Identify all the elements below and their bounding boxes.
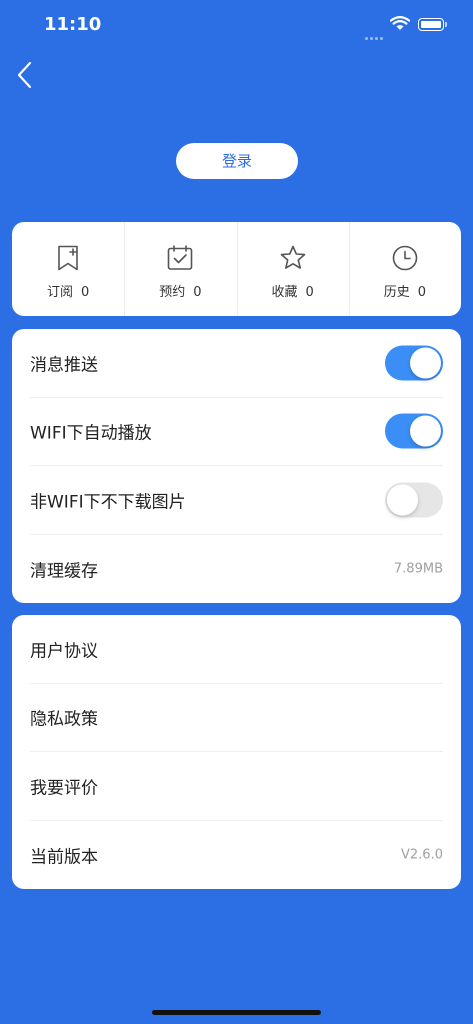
toggle-knob xyxy=(410,347,441,379)
row-label: WIFI下自动播放 xyxy=(30,423,152,444)
star-icon xyxy=(280,245,305,269)
stat-count: 0 xyxy=(80,285,90,300)
back-icon[interactable] xyxy=(12,58,40,92)
row-label: 当前版本 xyxy=(30,847,98,868)
wifi-autoplay-toggle[interactable] xyxy=(385,413,443,449)
version-row: 当前版本 V2.6.0 xyxy=(30,821,443,890)
stat-count: 0 xyxy=(417,285,427,300)
clear-cache-row[interactable]: 清理缓存 7.89MB xyxy=(30,535,443,604)
row-label: 清理缓存 xyxy=(30,561,98,582)
bookmark-plus-icon xyxy=(58,245,78,271)
stat-history[interactable]: 历史 0 xyxy=(348,222,461,316)
row-label: 消息推送 xyxy=(30,355,98,376)
rate-app-row[interactable]: 我要评价 xyxy=(30,752,443,821)
stat-favorites[interactable]: 收藏 0 xyxy=(236,222,349,316)
push-notification-row: 消息推送 xyxy=(30,329,443,398)
login-button[interactable]: 登录 xyxy=(176,143,298,179)
toggle-knob xyxy=(387,484,418,516)
stat-reservation[interactable]: 预约 0 xyxy=(124,222,236,316)
status-time: 11:10 xyxy=(44,14,102,35)
stat-label: 订阅 xyxy=(46,285,73,300)
stats-card: 订阅 0 预约 0 收藏 0 历史 0 xyxy=(12,222,461,316)
settings-card: 消息推送 WIFI下自动播放 非WIFI下不下载图片 清理缓存 7.89MB xyxy=(12,329,461,603)
stat-label: 历史 xyxy=(383,285,410,300)
stat-label: 预约 xyxy=(159,285,186,300)
wifi-autoplay-row: WIFI下自动播放 xyxy=(30,398,443,466)
cellular-signal-icon xyxy=(365,25,385,44)
cache-size: 7.89MB xyxy=(393,561,443,577)
clock-icon xyxy=(392,245,418,271)
stat-count: 0 xyxy=(305,285,314,300)
stat-subscribe[interactable]: 订阅 0 xyxy=(12,222,124,316)
row-label: 我要评价 xyxy=(30,778,98,799)
no-image-download-toggle[interactable] xyxy=(385,482,443,518)
status-bar: 11:10 xyxy=(0,0,473,50)
row-label: 用户协议 xyxy=(30,641,98,662)
toggle-knob xyxy=(410,415,441,447)
stat-label: 收藏 xyxy=(271,285,298,300)
no-image-download-row: 非WIFI下不下载图片 xyxy=(30,466,443,535)
row-label: 隐私政策 xyxy=(30,709,98,730)
battery-icon xyxy=(418,18,447,31)
stat-count: 0 xyxy=(193,285,202,300)
row-label: 非WIFI下不下载图片 xyxy=(30,492,186,513)
calendar-check-icon xyxy=(168,245,193,270)
push-notification-toggle[interactable] xyxy=(385,345,443,381)
home-indicator xyxy=(152,1010,321,1015)
version-value: V2.6.0 xyxy=(401,847,443,863)
user-agreement-row[interactable]: 用户协议 xyxy=(30,615,443,684)
info-card: 用户协议 隐私政策 我要评价 当前版本 V2.6.0 xyxy=(12,615,461,889)
wifi-icon xyxy=(390,16,410,30)
privacy-policy-row[interactable]: 隐私政策 xyxy=(30,684,443,752)
